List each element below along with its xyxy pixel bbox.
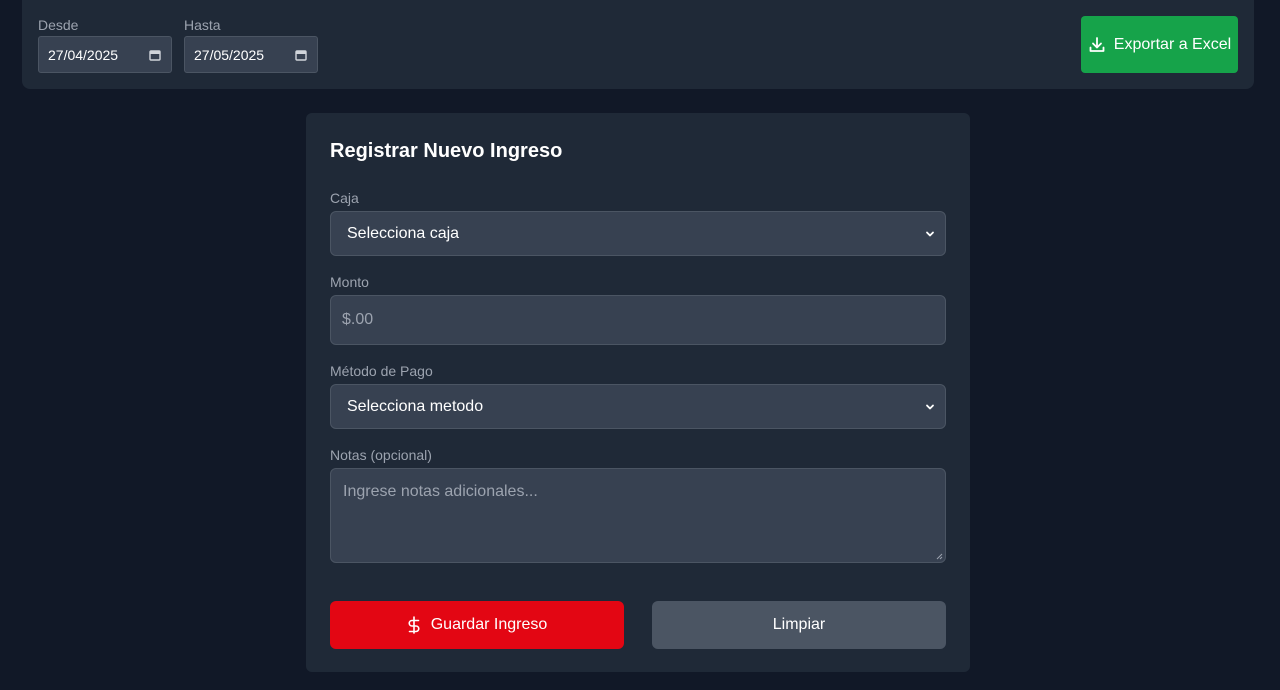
metodo-selected-value: Selecciona metodo xyxy=(347,397,484,415)
date-from-label: Desde xyxy=(38,17,79,33)
export-excel-button[interactable]: Exportar a Excel xyxy=(1081,16,1238,73)
date-to-label: Hasta xyxy=(184,17,221,33)
export-excel-label: Exportar a Excel xyxy=(1113,35,1232,53)
metodo-label: Método de Pago xyxy=(330,363,433,379)
chevron-down-icon xyxy=(926,231,934,236)
date-to-value: 27/05/2025 xyxy=(194,46,265,63)
clear-label: Limpiar xyxy=(772,616,826,633)
filter-bar: Desde 27/04/2025 Hasta 27/05/2025 Export… xyxy=(22,0,1254,89)
monto-label: Monto xyxy=(330,274,369,290)
date-to-group: Hasta 27/05/2025 xyxy=(184,17,318,73)
form-title: Registrar Nuevo Ingreso xyxy=(330,140,563,162)
new-income-form: Registrar Nuevo Ingreso Caja Selecciona … xyxy=(306,113,970,672)
download-icon xyxy=(1089,36,1105,52)
caja-select[interactable]: Selecciona caja xyxy=(330,211,946,256)
notas-placeholder: Ingrese notas adicionales... xyxy=(343,483,538,500)
caja-selected-value: Selecciona caja xyxy=(347,224,460,242)
chevron-down-icon xyxy=(926,404,934,409)
notas-label: Notas (opcional) xyxy=(330,447,432,463)
notas-textarea[interactable]: Ingrese notas adicionales... xyxy=(330,468,946,563)
monto-value: $.00 xyxy=(342,311,374,328)
date-from-value: 27/04/2025 xyxy=(48,46,119,63)
save-income-button[interactable]: Guardar Ingreso xyxy=(330,601,624,649)
save-income-label: Guardar Ingreso xyxy=(430,616,548,633)
monto-input[interactable]: $.00 xyxy=(330,295,946,345)
date-from-input[interactable]: 27/04/2025 xyxy=(38,36,172,73)
date-from-group: Desde 27/04/2025 xyxy=(38,17,172,73)
date-to-input[interactable]: 27/05/2025 xyxy=(184,36,318,73)
calendar-icon[interactable] xyxy=(295,49,307,61)
calendar-icon[interactable] xyxy=(149,49,161,61)
metodo-select[interactable]: Selecciona metodo xyxy=(330,384,946,429)
dollar-icon xyxy=(408,616,420,634)
caja-label: Caja xyxy=(330,190,359,206)
clear-button[interactable]: Limpiar xyxy=(652,601,946,649)
resize-grip-icon[interactable] xyxy=(935,552,943,560)
